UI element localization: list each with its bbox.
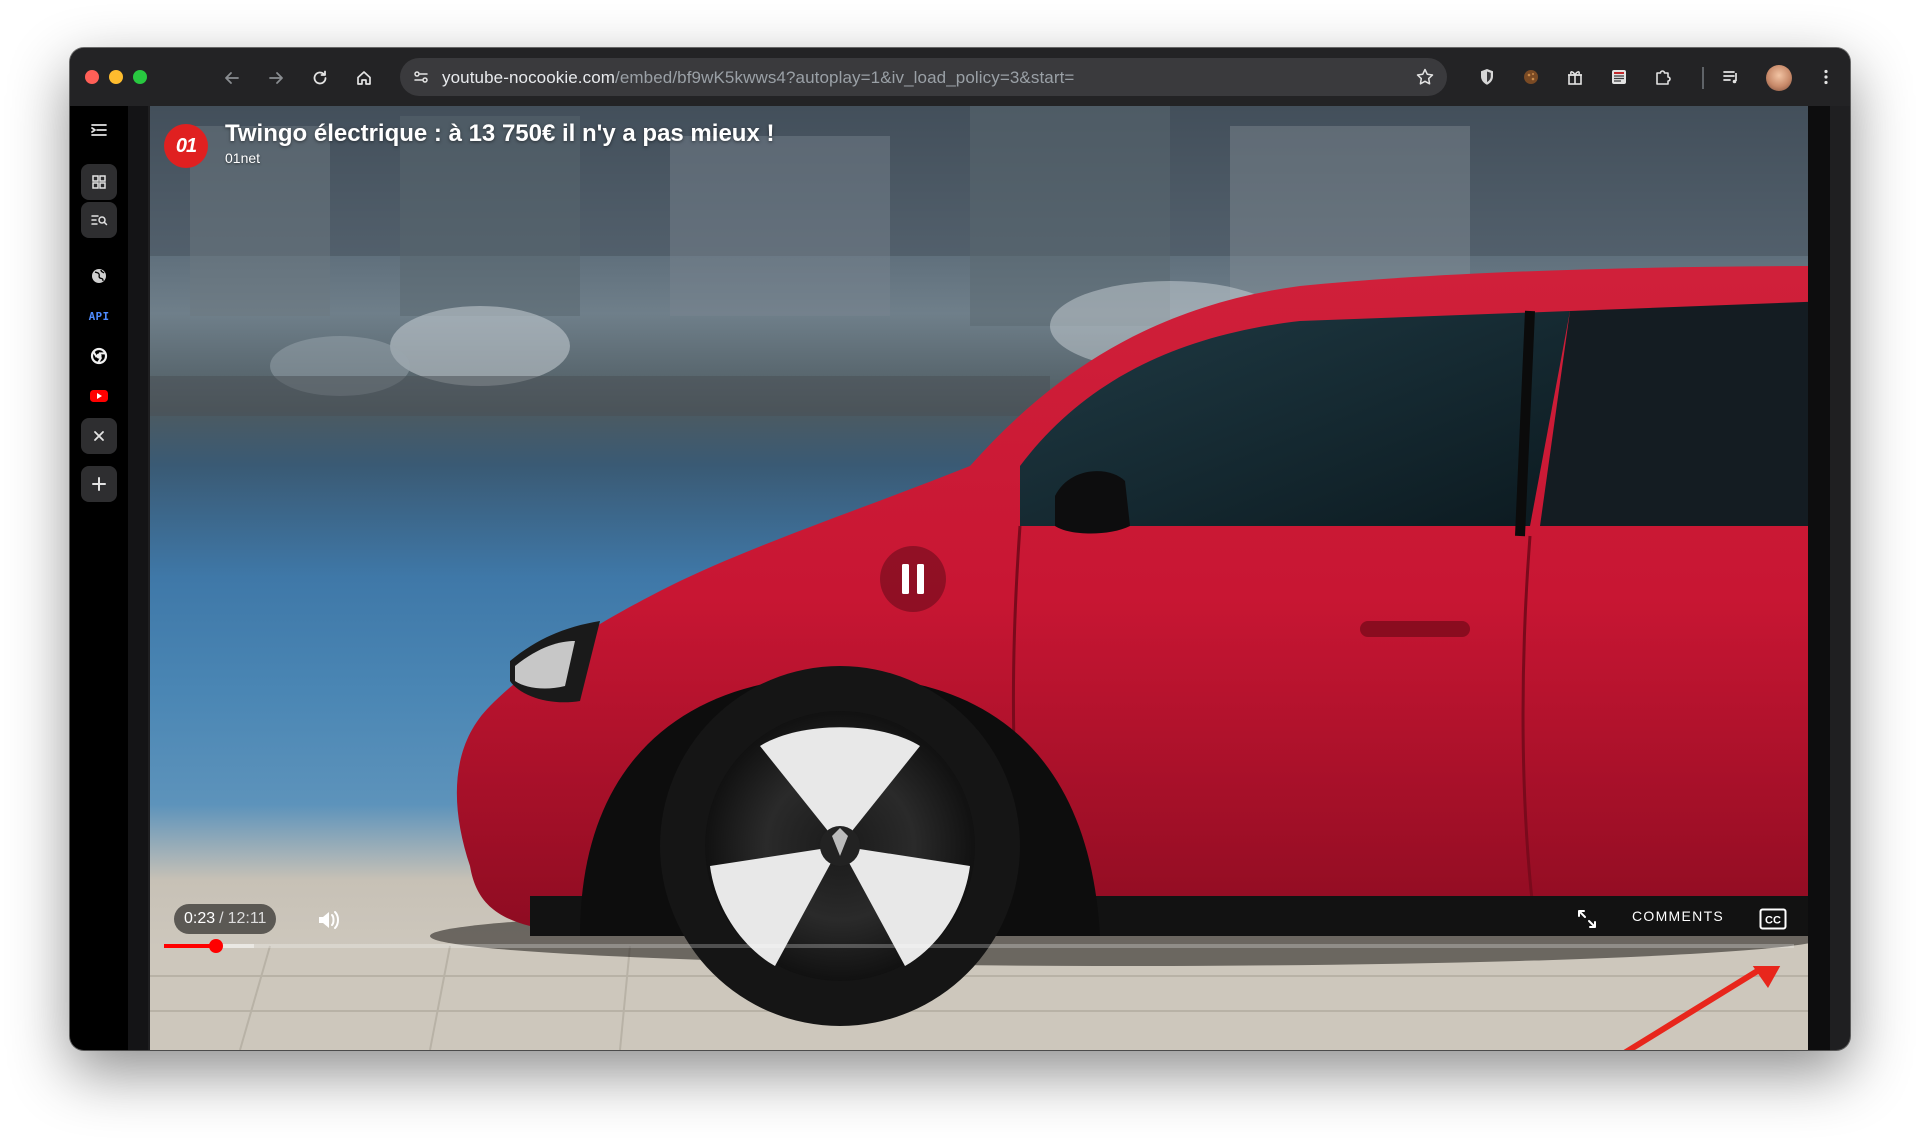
captions-button[interactable]: CC xyxy=(1758,905,1788,933)
cookie-icon[interactable] xyxy=(1517,63,1545,91)
sidebar-gutter xyxy=(128,106,148,1050)
close-window-button[interactable] xyxy=(85,70,99,84)
puzzle-icon[interactable] xyxy=(1649,63,1677,91)
gift-icon[interactable] xyxy=(1561,63,1589,91)
address-bar[interactable]: youtube-nocookie.com/embed/bf9wK5kwws4?a… xyxy=(400,58,1447,96)
sidebar: API xyxy=(70,106,128,1050)
list-search-icon[interactable] xyxy=(81,202,117,238)
playlist-icon[interactable] xyxy=(1717,63,1745,91)
youtube-icon[interactable] xyxy=(81,378,117,414)
toolbar-separator xyxy=(1702,67,1704,89)
grid-icon[interactable] xyxy=(81,164,117,200)
exit-fullscreen-icon[interactable] xyxy=(1572,904,1602,934)
current-time: 0:23 xyxy=(184,910,216,927)
profile-avatar[interactable] xyxy=(1766,65,1792,91)
site-info-icon[interactable] xyxy=(408,64,434,90)
api-label[interactable]: API xyxy=(81,298,117,334)
home-icon[interactable] xyxy=(350,64,378,92)
volume-icon[interactable] xyxy=(314,905,344,935)
comments-button[interactable]: COMMENTS xyxy=(1632,908,1724,924)
progress-bar[interactable] xyxy=(164,939,1794,953)
video-edge xyxy=(1808,106,1830,1050)
video-title[interactable]: Twingo électrique : à 13 750€ il n'y a p… xyxy=(225,120,774,148)
captions-label: CC xyxy=(1765,915,1781,927)
chrome-icon[interactable] xyxy=(81,338,117,374)
pause-button[interactable] xyxy=(880,546,946,612)
url-path: /embed/bf9wK5kwws4?autoplay=1&iv_load_po… xyxy=(615,68,1075,87)
menu-dots-icon[interactable] xyxy=(1812,63,1840,91)
api-label-text: API xyxy=(88,309,110,323)
globe-icon[interactable] xyxy=(81,258,117,294)
time-separator: / xyxy=(219,910,224,927)
annotation-arrow xyxy=(1623,966,1781,1050)
video-player[interactable]: 01 Twingo électrique : à 13 750€ il n'y … xyxy=(150,106,1830,1050)
close-icon[interactable] xyxy=(81,418,117,454)
forward-arrow-icon[interactable] xyxy=(262,64,290,92)
reload-icon[interactable] xyxy=(306,64,334,92)
channel-name[interactable]: 01net xyxy=(225,150,260,166)
shield-icon[interactable] xyxy=(1473,63,1501,91)
channel-logo-text: 01 xyxy=(175,134,197,157)
minimize-window-button[interactable] xyxy=(109,70,123,84)
browser-window: youtube-nocookie.com/embed/bf9wK5kwws4?a… xyxy=(70,48,1850,1050)
plus-icon[interactable] xyxy=(81,466,117,502)
captions-icon: CC xyxy=(1759,908,1787,930)
zoom-window-button[interactable] xyxy=(133,70,147,84)
back-arrow-icon[interactable] xyxy=(218,64,246,92)
total-time: 12:11 xyxy=(227,910,267,927)
reader-icon[interactable] xyxy=(1605,63,1633,91)
bookmark-star-icon[interactable] xyxy=(1413,65,1437,89)
sidebar-toggle-icon[interactable] xyxy=(81,112,117,148)
time-display: 0:23 / 12:11 xyxy=(174,904,277,934)
url-host: youtube-nocookie.com xyxy=(442,68,616,87)
url-text: youtube-nocookie.com/embed/bf9wK5kwws4?a… xyxy=(442,68,1074,88)
browser-toolbar: youtube-nocookie.com/embed/bf9wK5kwws4?a… xyxy=(70,48,1850,106)
pause-icon xyxy=(902,564,924,594)
channel-logo[interactable]: 01 xyxy=(164,124,208,168)
